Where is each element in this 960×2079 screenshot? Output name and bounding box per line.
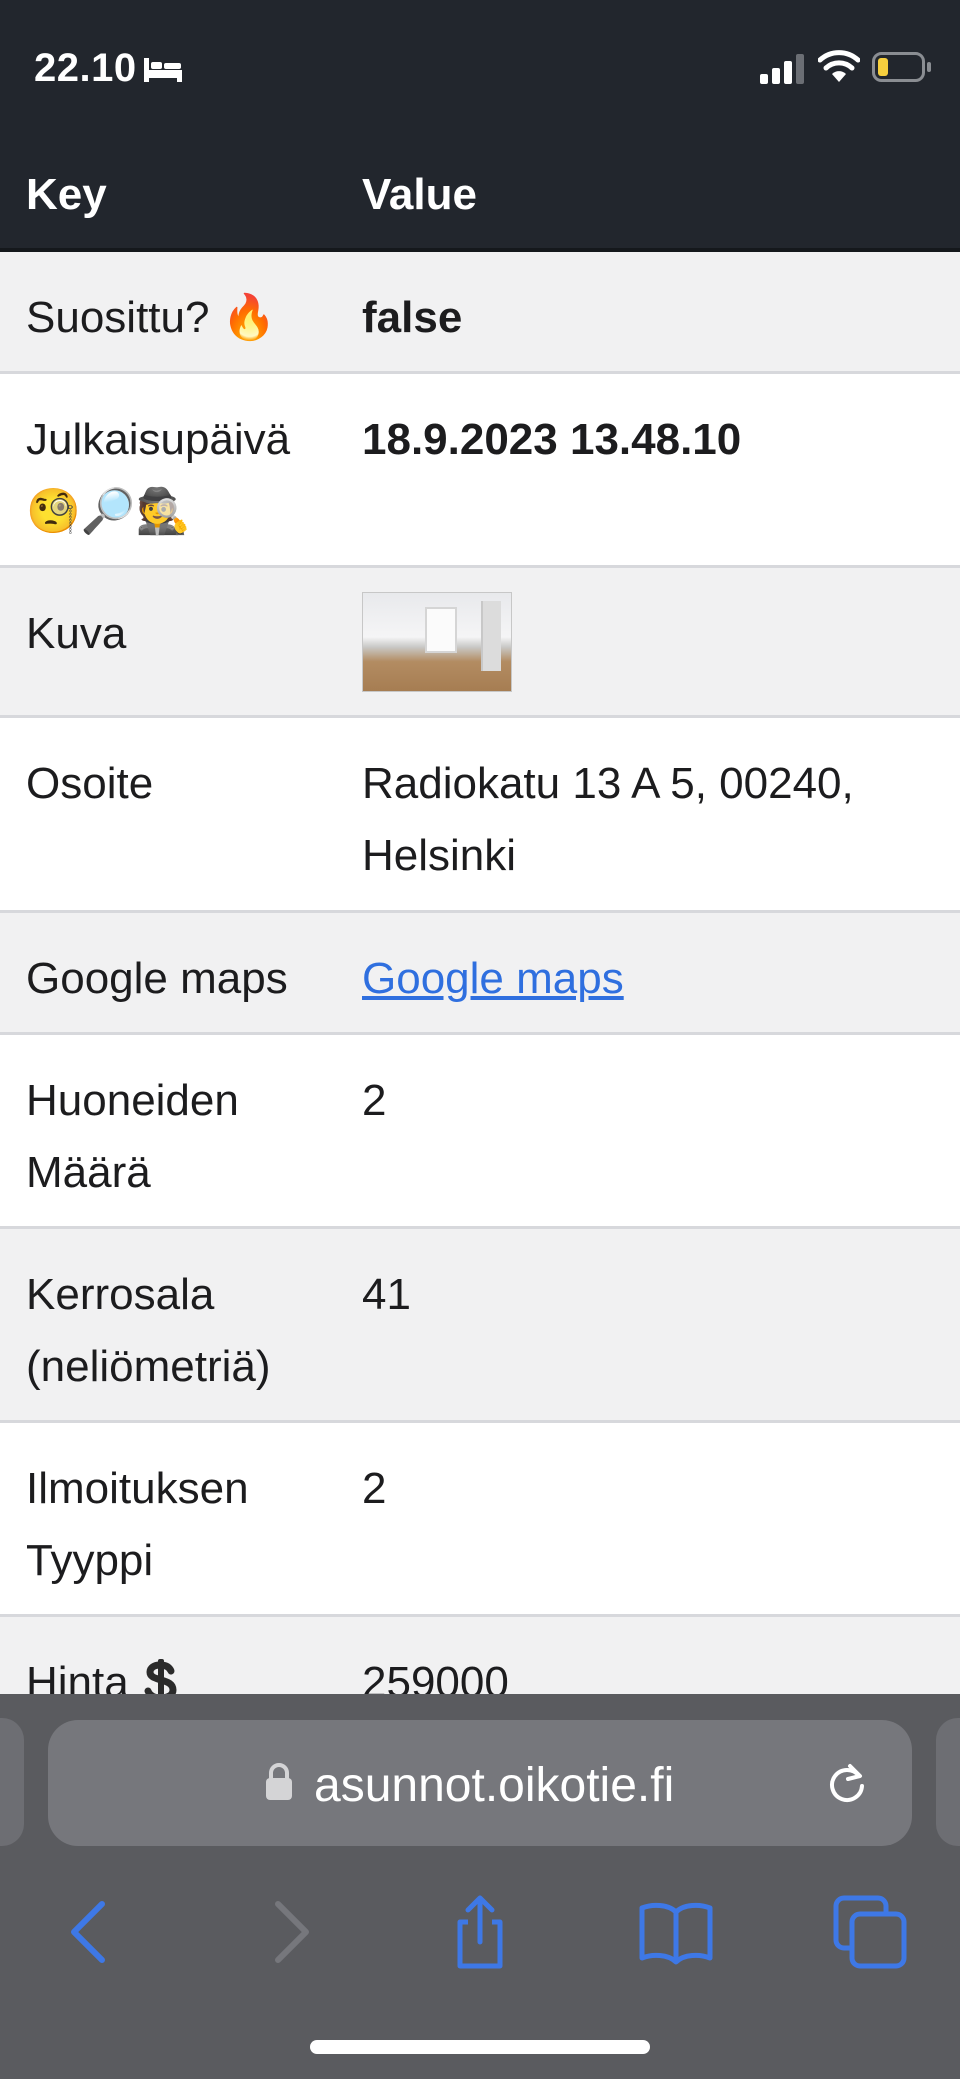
row-value: 2	[362, 1076, 387, 1125]
google-maps-link[interactable]: Google maps	[362, 954, 624, 1003]
table-row: Kerrosala (neliömetriä) 41	[0, 1229, 960, 1423]
row-key-label: Ilmoituksen Tyyppi	[26, 1464, 249, 1585]
table-header: Key Value	[0, 140, 960, 252]
table-row: Suosittu? 🔥 false	[0, 252, 960, 374]
tabs-icon[interactable]	[830, 1892, 910, 1972]
row-key-label: Julkaisupäivä	[26, 415, 291, 464]
row-key-label: Google maps	[26, 954, 288, 1003]
bookmarks-icon[interactable]	[636, 1892, 716, 1972]
address-bar[interactable]: asunnot.oikotie.fi	[48, 1720, 912, 1846]
wifi-icon	[818, 50, 860, 82]
status-bar: 22.10	[0, 0, 960, 140]
table-row: Kuva	[0, 568, 960, 718]
table-row: Huoneiden Määrä 2	[0, 1035, 960, 1229]
browser-toolbar: asunnot.oikotie.fi	[0, 1694, 960, 2079]
apartment-photo-thumbnail[interactable]	[362, 592, 512, 692]
table-row: Julkaisupäivä 🧐🔎🕵️ 18.9.2023 13.48.10	[0, 374, 960, 568]
row-key-label: Kerrosala (neliömetriä)	[26, 1270, 271, 1391]
bed-icon	[144, 58, 182, 82]
previous-tab-edge[interactable]	[0, 1718, 24, 1846]
header-value: Value	[362, 170, 477, 219]
row-key-label: Osoite	[26, 759, 154, 808]
row-key: Suosittu? 🔥	[26, 282, 346, 354]
row-value: Google maps	[362, 943, 942, 1015]
back-icon[interactable]	[52, 1892, 132, 1972]
row-key-label: Kuva	[26, 609, 127, 658]
row-value: 41	[362, 1270, 411, 1319]
row-key: Julkaisupäivä 🧐🔎🕵️	[26, 404, 346, 548]
lock-icon	[266, 1763, 292, 1800]
table-body: Suosittu? 🔥 false Julkaisupäivä 🧐🔎🕵️ 18.…	[0, 252, 960, 1777]
row-value: 18.9.2023 13.48.10	[362, 415, 742, 464]
detective-emoji-icon: 🧐🔎🕵️	[26, 487, 191, 536]
row-value: Radiokatu 13 A 5, 00240, Helsinki	[362, 759, 854, 880]
table-row: Osoite Radiokatu 13 A 5, 00240, Helsinki	[0, 718, 960, 913]
forward-icon[interactable]	[248, 1892, 328, 1972]
row-value: false	[362, 293, 463, 342]
status-time: 22.10	[34, 46, 137, 90]
next-tab-edge[interactable]	[936, 1718, 960, 1846]
battery-icon	[872, 52, 931, 82]
row-key-label: Huoneiden Määrä	[26, 1076, 239, 1197]
table-row: Google maps Google maps	[0, 913, 960, 1035]
share-icon[interactable]	[440, 1892, 520, 1972]
row-value: 2	[362, 1464, 387, 1513]
url-text[interactable]: asunnot.oikotie.fi	[314, 1758, 674, 1813]
table-row: Ilmoituksen Tyyppi 2	[0, 1423, 960, 1617]
fire-icon: 🔥	[221, 293, 277, 342]
header-key: Key	[26, 170, 107, 219]
signal-icon	[760, 54, 804, 84]
reload-icon[interactable]	[824, 1760, 870, 1806]
row-key-label: Suosittu?	[26, 293, 210, 342]
home-indicator[interactable]	[310, 2040, 650, 2054]
